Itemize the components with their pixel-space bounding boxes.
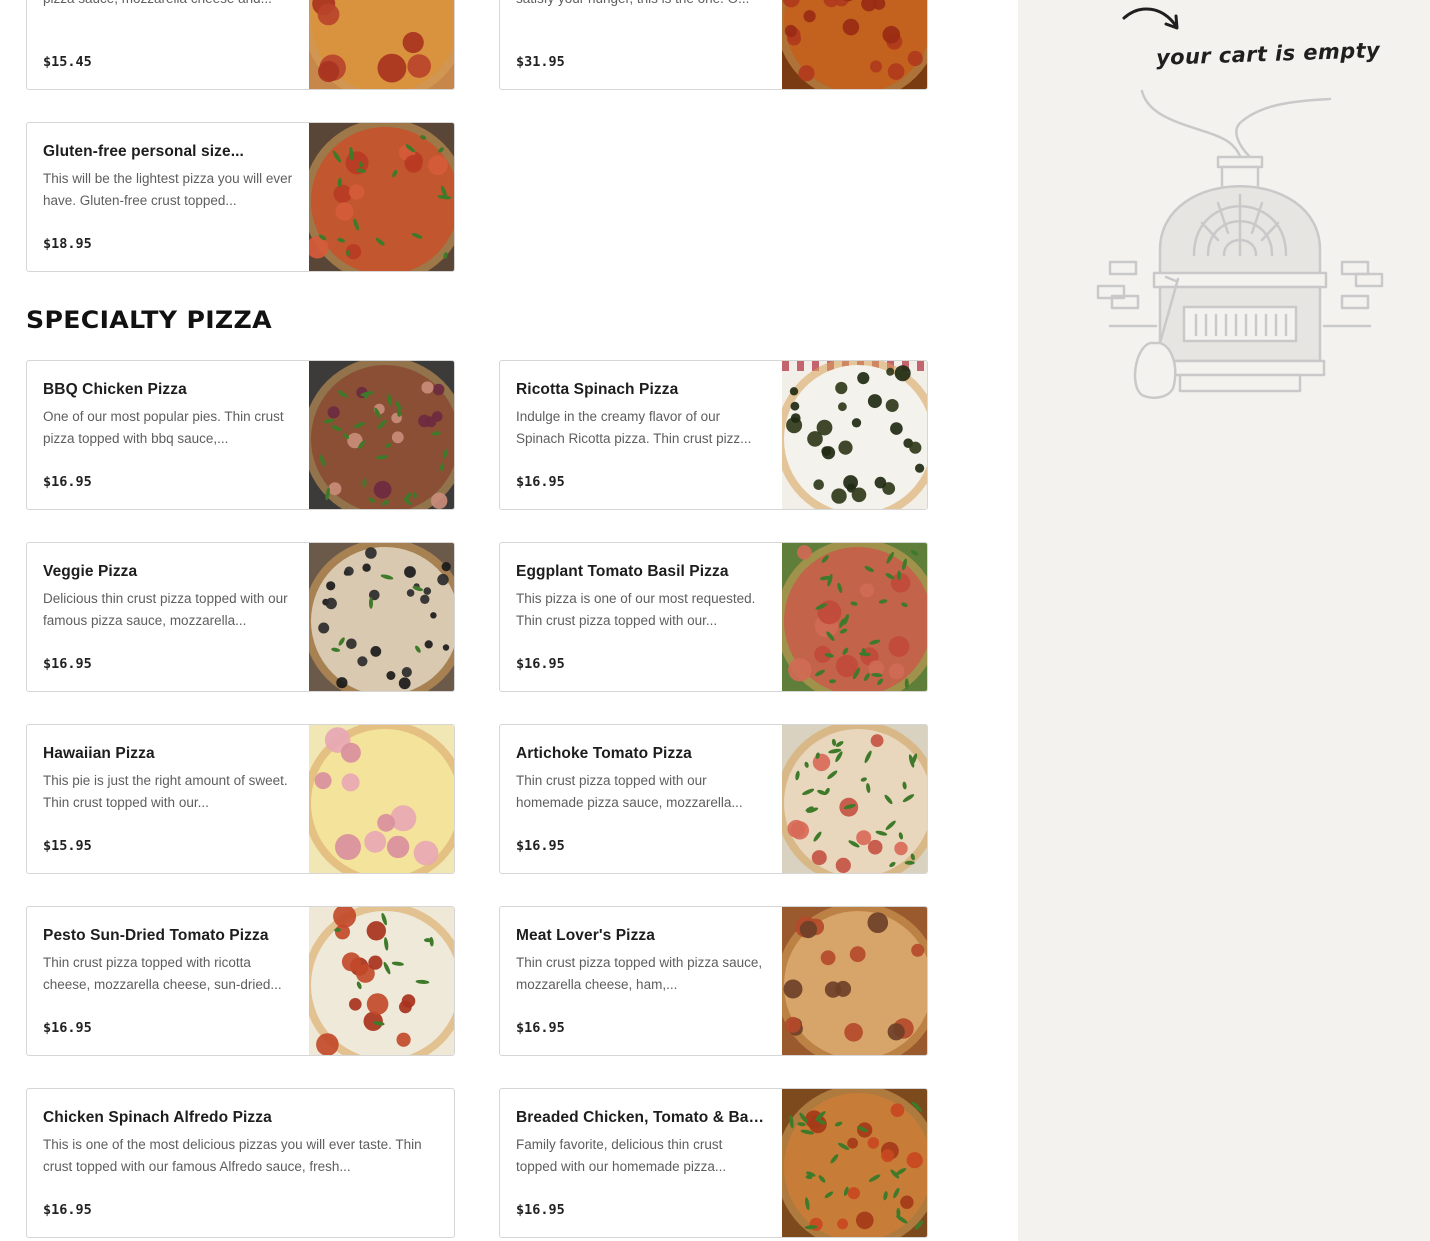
menu-item-name: BBQ Chicken Pizza [43, 381, 187, 398]
menu-item-price: $16.95 [516, 838, 565, 854]
menu-item-name: Breaded Chicken, Tomato & Bas... [516, 1109, 767, 1126]
menu-item-price: $16.95 [43, 1020, 92, 1036]
section-title: SPECIALTY PIZZA [26, 306, 272, 334]
pizza-photo [309, 907, 454, 1055]
menu-item-card[interactable]: Breaded Chicken, Tomato & Bas... Family … [499, 1088, 928, 1238]
pizza-photo [782, 361, 927, 509]
pizza-photo [309, 0, 454, 89]
pizza-photo-graphic [309, 907, 454, 1055]
menu-item-price: $16.95 [43, 1202, 92, 1218]
menu-item-price: $16.95 [516, 656, 565, 672]
menu-item-card[interactable]: Veggie Pizza Delicious thin crust pizza … [26, 542, 455, 692]
menu-item-card[interactable]: Eggplant Tomato Basil Pizza This pizza i… [499, 542, 928, 692]
menu-item-name: Veggie Pizza [43, 563, 138, 580]
menu-item-description: This pizza is one of our most requested.… [516, 591, 756, 628]
menu-item-description: Family favorite, delicious thin crust to… [516, 1137, 727, 1174]
menu-item-info: Gluten-free personal size... This will b… [43, 142, 294, 212]
pizza-photo-graphic [782, 907, 927, 1055]
menu-item-card[interactable]: Gluten-free personal size... This will b… [26, 122, 455, 272]
menu-item-description: This pie is just the right amount of swe… [43, 773, 288, 810]
menu-item-info: If you are looking for a pizza that will… [516, 0, 767, 10]
curved-arrow-icon [1122, 7, 1179, 30]
pizza-photo-graphic [309, 543, 454, 691]
pizza-photo-graphic [782, 0, 927, 89]
menu-item-info: Chicken Spinach Alfredo Pizza This is on… [43, 1108, 438, 1178]
pizza-photo [309, 123, 454, 271]
menu-item-description: This is one of the most delicious pizzas… [43, 1137, 422, 1174]
menu-item-name: Meat Lover's Pizza [516, 927, 656, 944]
menu-item-description: Indulge in the creamy flavor of our Spin… [516, 409, 752, 446]
menu-item-info: Veggie Pizza Delicious thin crust pizza … [43, 562, 294, 632]
pizza-photo [782, 0, 927, 89]
pizza-photo [309, 725, 454, 873]
pizza-photo-graphic [782, 1089, 927, 1237]
pizza-photo-graphic [309, 725, 454, 873]
menu-item-info: BBQ Chicken Pizza One of our most popula… [43, 380, 294, 450]
menu-item-info: Eggplant Tomato Basil Pizza This pizza i… [516, 562, 767, 632]
pizza-photo-graphic [309, 361, 454, 509]
pizza-photo-graphic [782, 361, 927, 509]
menu-item-price: $18.95 [43, 236, 92, 252]
menu-item-description: Delicious thin crust pizza topped with o… [43, 591, 288, 628]
menu-item-description: If you are looking for a pizza that will… [516, 0, 767, 10]
menu-item-price: $16.95 [516, 1202, 565, 1218]
menu-item-price: $15.95 [43, 838, 92, 854]
pizza-photo [782, 725, 927, 873]
menu-item-info: Hawaiian Pizza This pie is just the righ… [43, 744, 294, 814]
menu-item-info: Thin crust pizza topped with delicious p… [43, 0, 294, 10]
menu-item-card[interactable]: Meat Lover's Pizza Thin crust pizza topp… [499, 906, 928, 1056]
menu-item-card[interactable]: Thin crust pizza topped with delicious p… [26, 0, 455, 90]
pizza-photo [782, 907, 927, 1055]
menu-item-card[interactable]: Ricotta Spinach Pizza Indulge in the cre… [499, 360, 928, 510]
menu-item-name: Artichoke Tomato Pizza [516, 745, 692, 762]
pizza-photo-graphic [309, 0, 454, 89]
menu-item-description: Thin crust pizza topped with pizza sauce… [516, 955, 763, 992]
menu-item-info: Artichoke Tomato Pizza Thin crust pizza … [516, 744, 767, 814]
menu-item-card[interactable]: Hawaiian Pizza This pie is just the righ… [26, 724, 455, 874]
menu-item-price: $15.45 [43, 54, 92, 70]
menu-item-name: Eggplant Tomato Basil Pizza [516, 563, 729, 580]
menu-item-description: Thin crust pizza topped with delicious p… [43, 0, 294, 10]
menu-item-price: $16.95 [43, 656, 92, 672]
menu-item-name: Hawaiian Pizza [43, 745, 155, 762]
menu-item-price: $16.95 [516, 1020, 565, 1036]
menu-item-card[interactable]: Chicken Spinach Alfredo Pizza This is on… [26, 1088, 455, 1238]
pizza-photo [782, 1089, 927, 1237]
menu-item-description: One of our most popular pies. Thin crust… [43, 409, 284, 446]
pizza-photo-graphic [782, 543, 927, 691]
menu-item-price: $16.95 [516, 474, 565, 490]
menu-item-description: Thin crust pizza topped with our homemad… [516, 773, 743, 810]
pizza-photo [309, 543, 454, 691]
menu-item-description: Thin crust pizza topped with ricotta che… [43, 955, 282, 992]
pizza-photo [782, 543, 927, 691]
menu-item-name: Ricotta Spinach Pizza [516, 381, 679, 398]
menu-item-info: Pesto Sun-Dried Tomato Pizza Thin crust … [43, 926, 294, 996]
menu-item-name: Pesto Sun-Dried Tomato Pizza [43, 927, 269, 944]
menu-item-info: Meat Lover's Pizza Thin crust pizza topp… [516, 926, 767, 996]
menu-item-card[interactable]: Artichoke Tomato Pizza Thin crust pizza … [499, 724, 928, 874]
menu-item-info: Breaded Chicken, Tomato & Bas... Family … [516, 1108, 767, 1178]
pizza-photo [309, 361, 454, 509]
menu-item-card[interactable]: BBQ Chicken Pizza One of our most popula… [26, 360, 455, 510]
menu-item-description: This will be the lightest pizza you will… [43, 171, 293, 208]
pizza-photo-graphic [782, 725, 927, 873]
menu-item-info: Ricotta Spinach Pizza Indulge in the cre… [516, 380, 767, 450]
pizza-oven-illustration [1096, 89, 1384, 399]
menu-item-price: $31.95 [516, 54, 565, 70]
menu-item-name: Gluten-free personal size... [43, 143, 244, 160]
menu-item-card[interactable]: Pesto Sun-Dried Tomato Pizza Thin crust … [26, 906, 455, 1056]
pizza-photo-graphic [309, 123, 454, 271]
cart-sidebar: your cart is empty [1018, 0, 1430, 1241]
menu-item-card[interactable]: If you are looking for a pizza that will… [499, 0, 928, 90]
cart-empty-message: your cart is empty [1155, 38, 1381, 70]
menu-list: Thin crust pizza topped with delicious p… [0, 0, 1018, 1241]
menu-item-price: $16.95 [43, 474, 92, 490]
menu-item-name: Chicken Spinach Alfredo Pizza [43, 1109, 272, 1126]
